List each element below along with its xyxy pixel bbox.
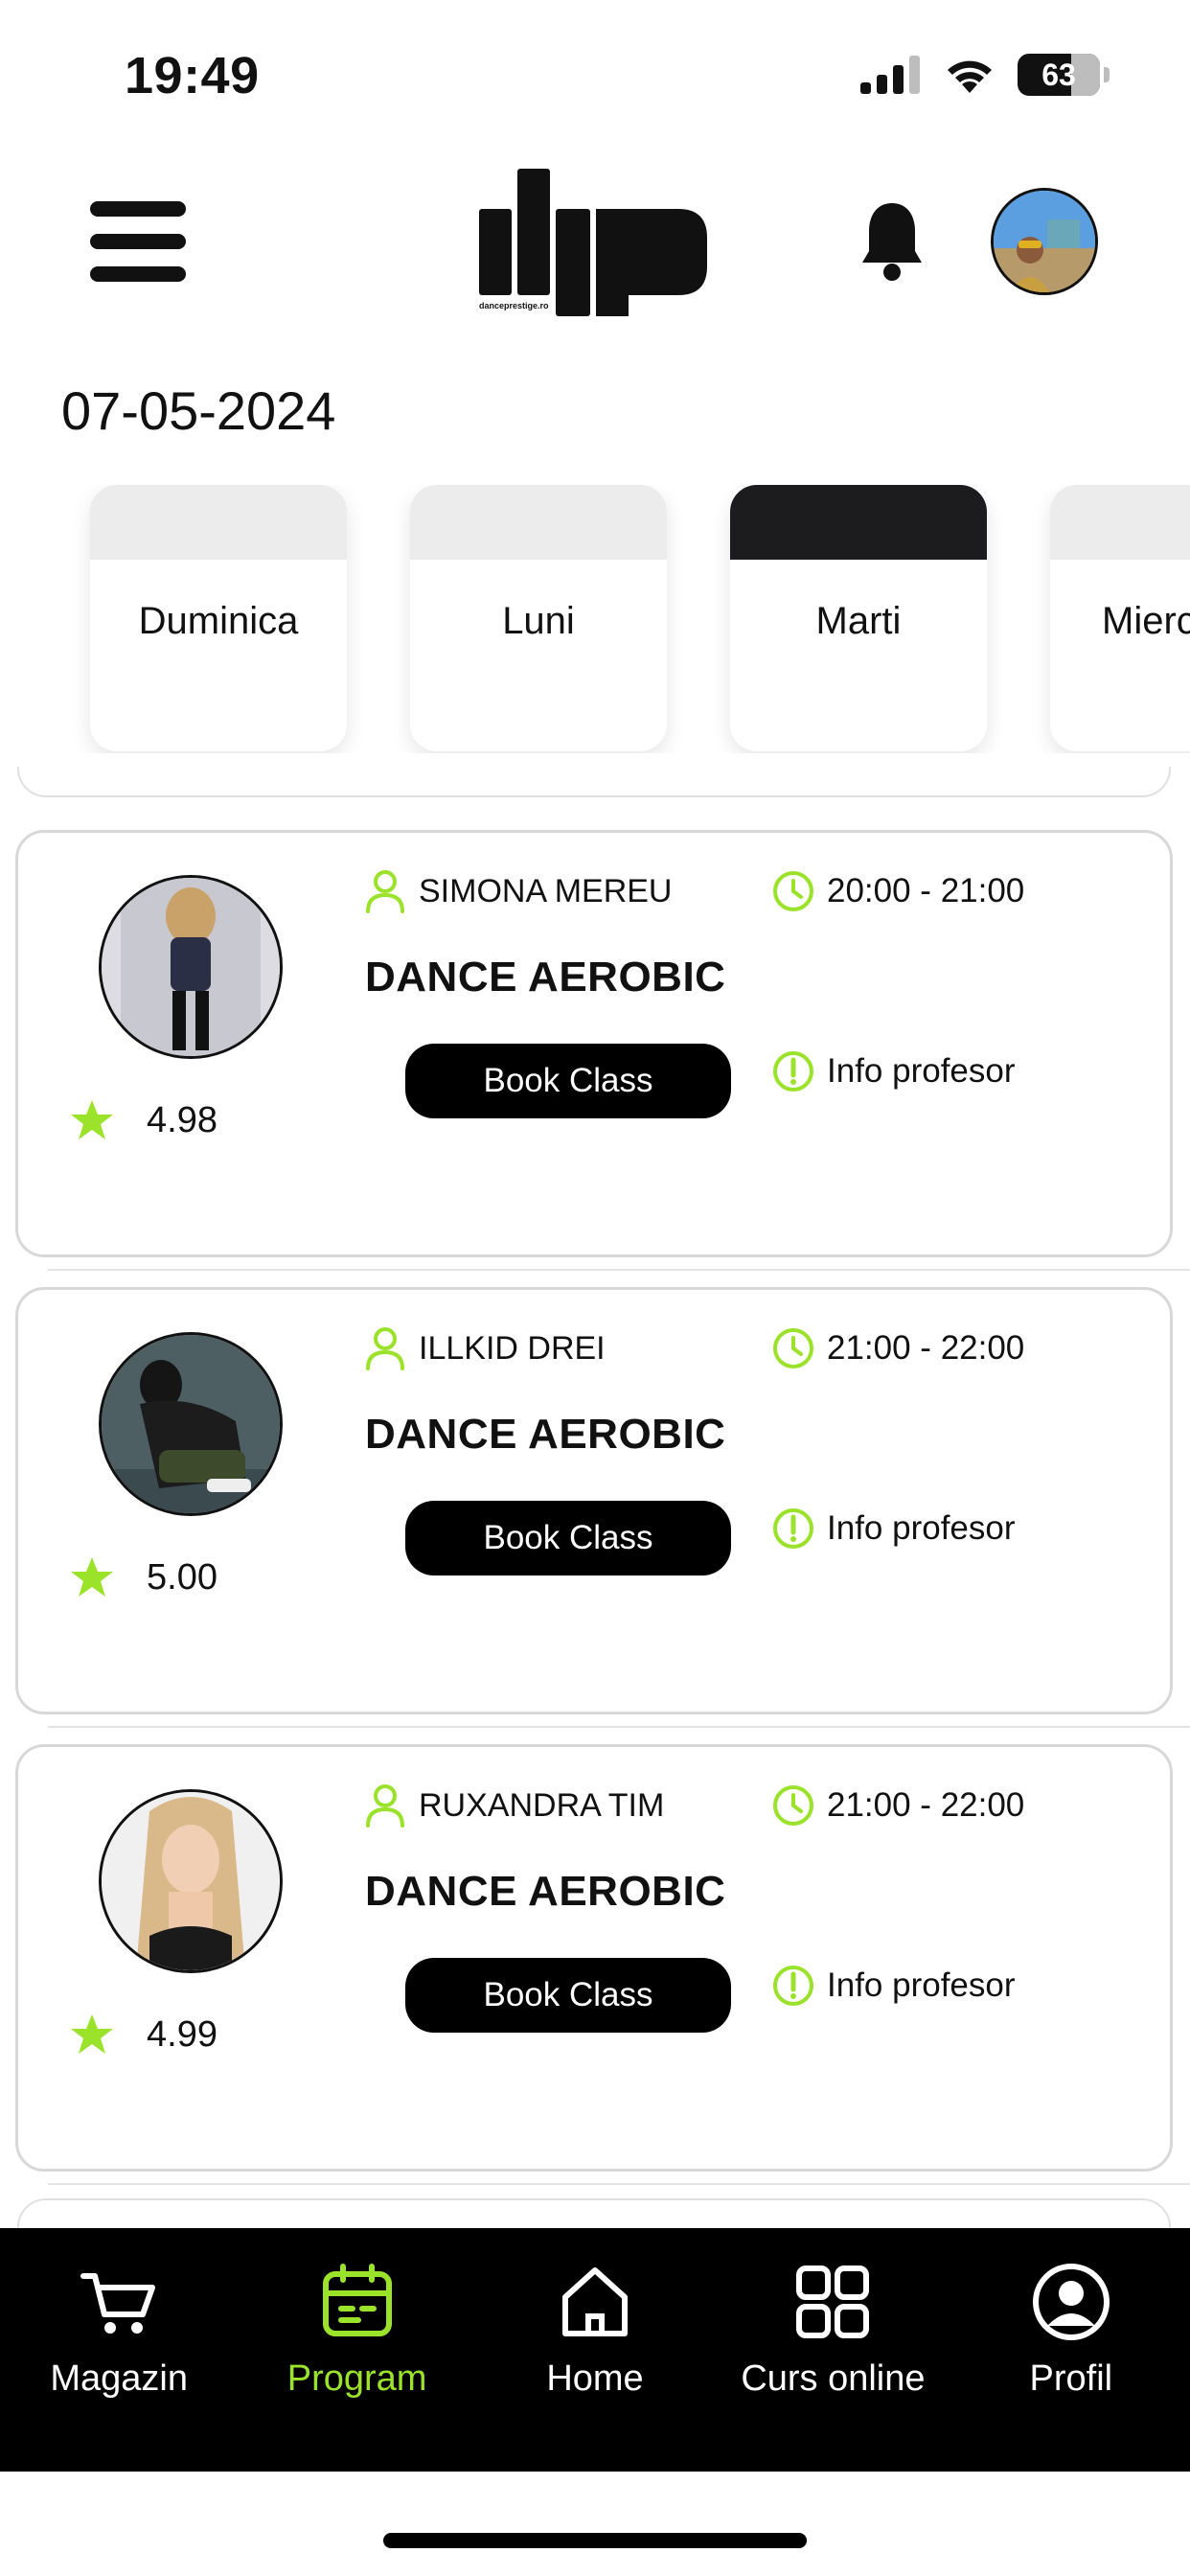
tab-curs-online[interactable]: Curs online: [714, 2228, 951, 2472]
teacher-name: RUXANDRA TIM: [365, 1783, 664, 1828]
star-icon: [71, 1557, 113, 1597]
home-indicator: [383, 2533, 807, 2548]
tab-label: Program: [286, 2358, 427, 2399]
avatar-photo: [994, 191, 1095, 292]
app-logo: danceprestige.ro: [479, 169, 707, 316]
day-tab-label: Duminica: [138, 600, 299, 642]
class-name: DANCE AEROBIC: [365, 1411, 726, 1458]
info-profesor-link[interactable]: Info profesor: [771, 1964, 1016, 2008]
info-profesor-link[interactable]: Info profesor: [771, 1049, 1016, 1093]
day-tab-label: Marti: [815, 600, 902, 642]
teacher-name-text: RUXANDRA TIM: [419, 1786, 665, 1824]
day-tab-label: Luni: [502, 600, 575, 642]
person-icon: [366, 1327, 404, 1370]
book-class-button[interactable]: Book Class: [405, 1044, 731, 1118]
info-icon: [773, 1508, 813, 1549]
status-icons: 63: [860, 54, 1110, 96]
rating: 5.00: [70, 1556, 217, 1598]
tab-label: Profil: [1029, 2358, 1113, 2399]
rating: 4.98: [70, 1099, 217, 1141]
battery-icon: 63: [1018, 54, 1100, 96]
clock-icon: [773, 871, 813, 911]
clock-icon: [773, 1785, 813, 1826]
teacher-photo: [99, 875, 283, 1059]
day-tab-miercuri[interactable]: Mierc: [1050, 485, 1190, 751]
bottom-tab-bar: Magazin Program Home Curs online Profil: [0, 2228, 1190, 2472]
day-tab-luni[interactable]: Luni: [410, 485, 667, 751]
class-time: 21:00 - 22:00: [771, 1783, 1024, 1828]
cart-icon: [80, 2273, 156, 2334]
screen: 19:49 63 danceprestige.ro 07-05-2024 Dum…: [0, 0, 1190, 2576]
user-avatar[interactable]: [991, 188, 1098, 295]
teacher-name: SIMONA MEREU: [365, 869, 672, 913]
class-time: 20:00 - 21:00: [771, 869, 1024, 913]
selected-date: 07-05-2024: [61, 380, 336, 441]
book-class-button[interactable]: Book Class: [405, 1501, 731, 1576]
tab-program[interactable]: Program: [238, 2228, 475, 2472]
info-icon: [773, 1051, 813, 1092]
class-card: 4.99 RUXANDRA TIM 21:00 - 22:00 DANCE AE…: [15, 1744, 1173, 2172]
logo-text: danceprestige.ro: [479, 301, 549, 310]
class-name: DANCE AEROBIC: [365, 954, 726, 1000]
battery-level: 63: [1041, 57, 1076, 92]
battery-cap: [1104, 67, 1110, 82]
person-icon: [366, 870, 404, 913]
teacher-name: ILLKID DREI: [365, 1326, 606, 1370]
clock-icon: [773, 1328, 813, 1368]
home-icon: [562, 2267, 629, 2336]
teacher-name-text: SIMONA MEREU: [419, 872, 673, 909]
star-icon: [71, 2014, 113, 2054]
info-profesor-label: Info profesor: [827, 1509, 1016, 1547]
class-card: 5.00 ILLKID DREI 21:00 - 22:00 DANCE AER…: [15, 1287, 1173, 1714]
status-time: 19:49: [125, 47, 260, 104]
teacher-photo: [99, 1789, 283, 1973]
calendar-icon: [322, 2264, 392, 2336]
person-icon: [366, 1784, 404, 1828]
profile-icon: [1032, 2264, 1110, 2340]
class-card: 4.98 SIMONA MEREU 20:00 - 21:00 DANCE AE…: [15, 830, 1173, 1257]
next-card-edge: [17, 2198, 1171, 2228]
rating-value: 4.99: [147, 2013, 217, 2055]
day-selector: Duminica Luni Marti Mierc: [0, 485, 1190, 753]
wifi-icon: [948, 60, 992, 93]
class-time: 21:00 - 22:00: [771, 1326, 1024, 1370]
tab-label: Home: [546, 2358, 644, 2399]
info-profesor-label: Info profesor: [827, 1966, 1016, 2004]
bell-icon[interactable]: [860, 199, 924, 282]
tab-label: Curs online: [741, 2358, 926, 2399]
previous-card-edge: [17, 767, 1171, 797]
class-time-text: 21:00 - 22:00: [827, 1329, 1025, 1367]
tab-home[interactable]: Home: [476, 2228, 714, 2472]
star-icon: [71, 1100, 113, 1139]
tab-profil[interactable]: Profil: [952, 2228, 1190, 2472]
divider: [48, 2183, 1190, 2185]
day-tab-duminica[interactable]: Duminica: [90, 485, 347, 751]
class-list[interactable]: 4.98 SIMONA MEREU 20:00 - 21:00 DANCE AE…: [0, 767, 1190, 2228]
divider: [48, 1726, 1190, 1728]
day-tab-marti[interactable]: Marti: [730, 485, 987, 751]
class-time-text: 20:00 - 21:00: [827, 872, 1025, 909]
hamburger-menu-icon[interactable]: [90, 201, 186, 282]
rating: 4.99: [70, 2013, 217, 2056]
book-class-button[interactable]: Book Class: [405, 1958, 731, 2033]
info-profesor-link[interactable]: Info profesor: [771, 1506, 1016, 1551]
info-profesor-label: Info profesor: [827, 1052, 1016, 1090]
day-tab-label: Mierc: [1102, 600, 1190, 642]
signal-icon: [860, 56, 920, 94]
rating-value: 4.98: [147, 1099, 217, 1140]
teacher-photo: [99, 1332, 283, 1516]
tab-label: Magazin: [50, 2358, 189, 2399]
rating-value: 5.00: [147, 1556, 217, 1598]
divider: [48, 1269, 1190, 1271]
class-name: DANCE AEROBIC: [365, 1868, 726, 1915]
info-icon: [773, 1966, 813, 2006]
tab-magazin[interactable]: Magazin: [0, 2228, 238, 2472]
class-time-text: 21:00 - 22:00: [827, 1786, 1025, 1824]
grid-icon: [796, 2266, 870, 2338]
teacher-name-text: ILLKID DREI: [419, 1329, 606, 1367]
